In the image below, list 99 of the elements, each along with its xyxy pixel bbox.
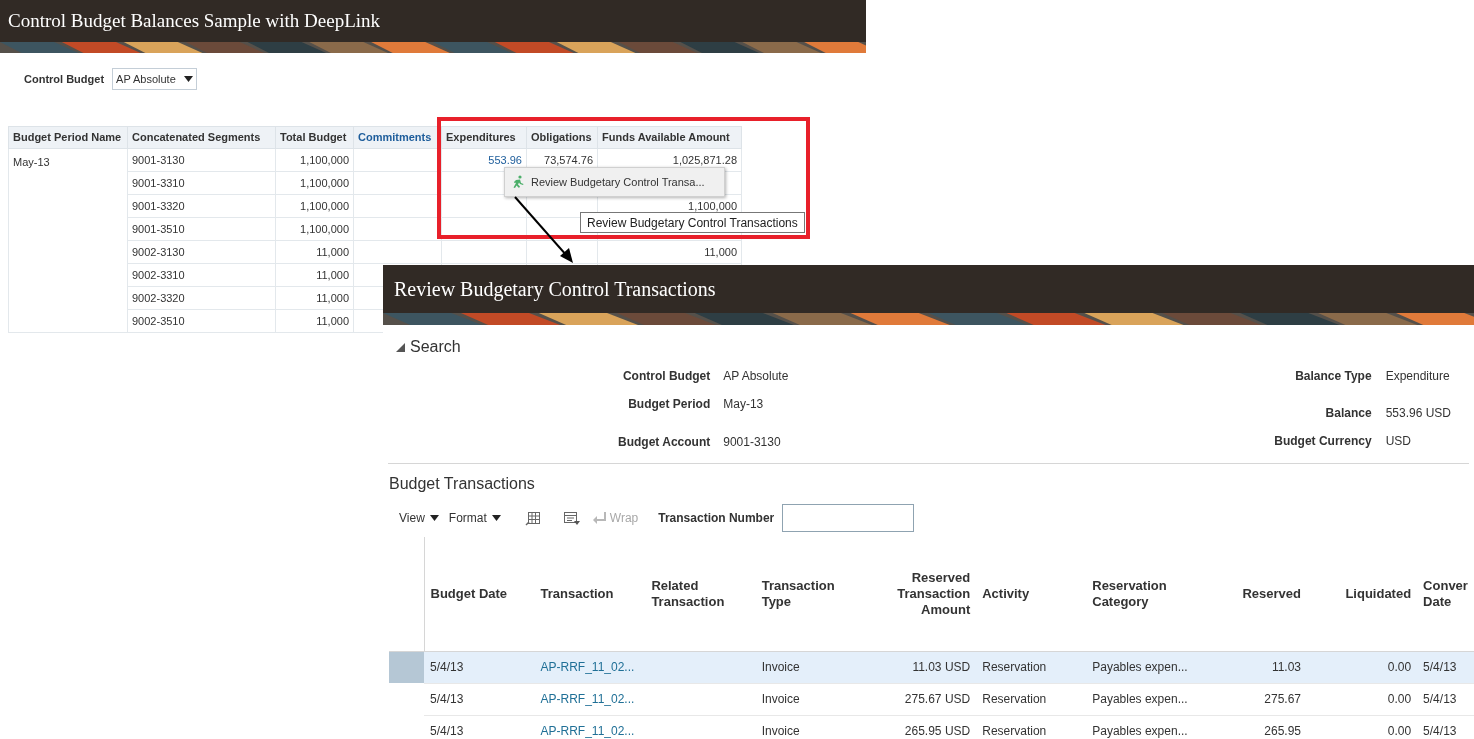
column-header: Concatenated Segments [127, 126, 276, 149]
table-cell: Payables expen... [1092, 660, 1188, 674]
table-cell: 11,000 [704, 245, 737, 258]
field-label: Budget Currency [1274, 434, 1372, 449]
menu-button[interactable]: View [399, 509, 439, 527]
column-header[interactable]: Reserved Transaction Amount [871, 569, 971, 618]
field-value: 553.96 USD [1385, 405, 1451, 420]
column-header-link[interactable]: Commitments [353, 126, 442, 149]
control-budget-select[interactable]: AP Absolute [112, 68, 198, 90]
table-cell: 5/4/13 [430, 692, 464, 706]
field-label: Transaction Number [658, 510, 775, 527]
table-cell: May-13 [8, 148, 128, 333]
table-cell: Reservation [982, 692, 1047, 706]
table-row[interactable]: 5/4/13 AP-RRF_11_02... Invoice 275.67 USD Reservation Payables expen... 275.67 0.00 5/4/13 [389, 683, 1474, 715]
table-cell: 1,100,000 [300, 153, 349, 166]
field-label: Budget Period [628, 397, 711, 411]
field-value: Expenditure [1385, 369, 1450, 383]
field-label: Balance Type [1295, 369, 1372, 383]
table-cell: 1,100,000 [300, 176, 349, 189]
page-title: Control Budget Balances Sample with DeepLink [8, 8, 380, 33]
caret-icon [491, 515, 501, 521]
tooltip: Review Budgetary Control Transactions [580, 212, 805, 233]
field-label: Control Budget [622, 369, 711, 383]
table-cell: Reservation [982, 660, 1047, 674]
table-cell: 11.03 [1271, 660, 1302, 674]
caret-icon [429, 515, 439, 521]
table-cell: 1,025,871.28 [672, 153, 737, 166]
column-header[interactable]: Conver Date [1423, 577, 1468, 610]
field-value: AP Absolute [723, 369, 789, 383]
table-cell: Reservation [982, 724, 1047, 738]
return-arrow-icon [592, 512, 606, 524]
table-cell: 11,000 [316, 245, 349, 258]
table-cell: 0.00 [1387, 692, 1412, 706]
column-header: Expenditures [441, 126, 527, 149]
table-cell: 1,100,000 [300, 199, 349, 212]
table-cell: 5/4/13 [1423, 660, 1457, 674]
column-header[interactable]: Reserved [1203, 585, 1302, 602]
column-header[interactable]: Transaction [540, 585, 640, 602]
running-figure-icon [511, 175, 525, 189]
table-cell: 9002-3320 [132, 291, 185, 304]
table-link[interactable]: AP-RRF_11_02... [540, 660, 635, 674]
column-header[interactable]: Liquidated [1313, 585, 1412, 602]
table-cell: 9002-3510 [132, 314, 185, 327]
table-cell: 5/4/13 [430, 724, 464, 738]
field-value: USD [1385, 434, 1411, 449]
table-cell: Payables expen... [1092, 724, 1188, 738]
table-cell: 11,000 [316, 268, 349, 281]
table-cell: 9001-3320 [132, 199, 185, 212]
table-cell: 9002-3130 [132, 245, 185, 258]
table-cell: 0.00 [1387, 724, 1412, 738]
search-toggle[interactable]: Search [396, 335, 461, 359]
table-row[interactable]: 5/4/13 AP-RRF_11_02... Invoice 11.03 USD Reservation Payables expen... 11.03 0.00 5/4/13 [389, 651, 1474, 683]
table-cell: Invoice [761, 724, 800, 738]
column-header[interactable]: Activity [982, 585, 1081, 602]
column-header: Obligations [526, 126, 598, 149]
table-cell: 275.67 [1264, 692, 1302, 706]
table-link[interactable]: AP-RRF_11_02... [540, 724, 635, 738]
field-value: May-13 [723, 397, 764, 411]
table-cell: 9001-3310 [132, 176, 185, 189]
table-cell: 5/4/13 [430, 660, 464, 674]
table-cell: 73,574.76 [544, 153, 593, 166]
table-link[interactable]: AP-RRF_11_02... [540, 692, 635, 706]
column-header[interactable]: Transaction Type [761, 577, 860, 610]
table-cell: 5/4/13 [1423, 692, 1457, 706]
table-cell: Invoice [761, 692, 800, 706]
table-cell: 11.03 USD [912, 660, 971, 674]
table-cell: 5/4/13 [1423, 724, 1457, 738]
section-title: Budget Transactions [389, 474, 536, 494]
column-header: Funds Available Amount [597, 126, 742, 149]
table-cell: Invoice [761, 660, 800, 674]
table-cell: 265.95 USD [904, 724, 971, 738]
menu-button[interactable]: Format [448, 509, 501, 527]
table-cell: 1,100,000 [300, 222, 349, 235]
freeze-columns-icon[interactable] [524, 510, 541, 526]
table-cell: 9001-3130 [132, 153, 185, 166]
table-cell: 275.67 USD [904, 692, 971, 706]
table-cell: 9001-3510 [132, 222, 185, 235]
table-cell: 1,100,000 [688, 199, 737, 212]
field-label: Control Budget [24, 71, 105, 87]
table-cell: 265.95 [1264, 724, 1302, 738]
detach-table-icon[interactable] [562, 510, 581, 526]
table-cell: 0.00 [1387, 660, 1412, 674]
column-header: Total Budget [275, 126, 354, 149]
field-label: Budget Account [618, 435, 711, 449]
window-title: Review Budgetary Control Transactions [394, 277, 716, 303]
field-label: Balance [1325, 405, 1372, 420]
table-row[interactable]: 5/4/13 AP-RRF_11_02... Invoice 265.95 USD Reservation Payables expen... 265.95 0.00 5/4/13 [389, 715, 1474, 739]
column-header[interactable]: Budget Date [430, 585, 529, 602]
column-header[interactable]: Reservation Category [1092, 577, 1192, 610]
column-header: Budget Period Name [8, 126, 128, 149]
dropdown-caret-icon [184, 76, 194, 82]
table-cell: 11,000 [316, 291, 349, 304]
transaction-number-field[interactable] [782, 504, 915, 532]
field-value: 9001-3130 [723, 435, 781, 449]
table-cell: 11,000 [316, 314, 349, 327]
table-cell: Payables expen... [1092, 692, 1188, 706]
column-header[interactable]: Related Transaction [651, 577, 750, 610]
table-cell: 9002-3310 [132, 268, 185, 281]
arrow [514, 196, 573, 263]
